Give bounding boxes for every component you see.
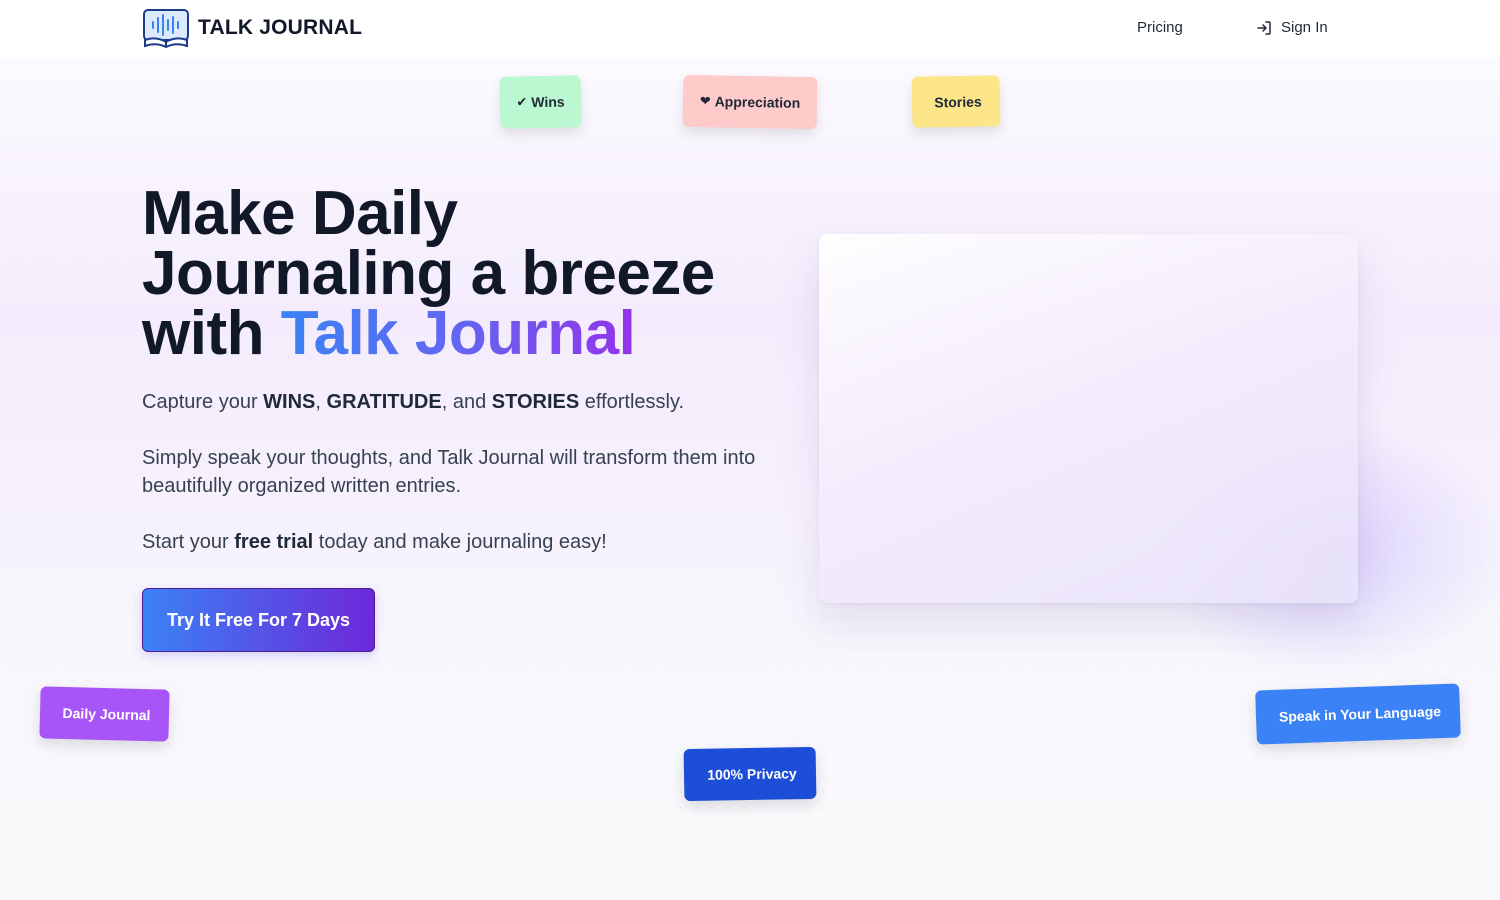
- subtitle-wins: WINS: [263, 391, 316, 413]
- subtitle-text: Capture your: [142, 391, 264, 413]
- subtitle-text: effortlessly.: [579, 391, 685, 413]
- sign-in-label: Sign In: [1281, 19, 1328, 36]
- hero-subtitle: Capture your WINS, GRATITUDE, and STORIE…: [142, 388, 792, 416]
- sign-in-arrow-icon: [1257, 20, 1271, 35]
- stories-tag-label: Stories: [934, 93, 982, 110]
- hero-title-accent: Talk Journal: [280, 299, 636, 368]
- microphone-book-icon: [143, 9, 189, 48]
- privacy-label: 100% Privacy: [707, 765, 797, 783]
- language-badge: Speak in Your Language: [1255, 683, 1461, 745]
- heart-icon: ❤: [699, 93, 711, 109]
- nav-pricing-link[interactable]: Pricing: [1137, 19, 1183, 36]
- trial-emphasis: free trial: [234, 531, 314, 553]
- daily-journal-label: Daily Journal: [62, 704, 151, 724]
- language-label: Speak in Your Language: [1278, 703, 1442, 725]
- sign-in-link[interactable]: Sign In: [1256, 19, 1328, 36]
- subtitle-stories: STORIES: [491, 391, 580, 413]
- appreciation-tag-label: Appreciation: [714, 93, 801, 111]
- hero-media-card: [819, 234, 1358, 603]
- hero-trial-text: Start your free trial today and make jou…: [142, 528, 792, 556]
- site-header: TALK JOURNAL Pricing Sign In: [0, 0, 1500, 58]
- brand-name: TALK JOURNAL: [198, 16, 363, 39]
- hero-title: Make Daily Journaling a breeze with Talk…: [142, 183, 782, 365]
- wins-sticky-tag: ✔ Wins: [499, 75, 582, 129]
- stories-sticky-tag: Stories: [911, 75, 1001, 128]
- privacy-badge: 100% Privacy: [683, 746, 817, 802]
- check-icon: ✔: [516, 94, 528, 110]
- wins-tag-label: Wins: [531, 93, 565, 111]
- trial-text: Start your: [142, 531, 235, 553]
- trial-text: today and make journaling easy!: [313, 531, 607, 553]
- appreciation-sticky-tag: ❤ Appreciation: [682, 74, 818, 130]
- subtitle-text: ,: [315, 391, 327, 413]
- subtitle-gratitude: GRATITUDE: [326, 391, 442, 413]
- hero-description: Simply speak your thoughts, and Talk Jou…: [142, 447, 756, 497]
- subtitle-text: , and: [441, 391, 492, 413]
- hero-title-line3-prefix: with: [142, 299, 281, 368]
- hero-title-line2: Journaling a breeze: [142, 239, 715, 308]
- daily-journal-badge: Daily Journal: [39, 686, 170, 742]
- brand-logo[interactable]: TALK JOURNAL: [142, 8, 362, 48]
- try-free-button[interactable]: Try It Free For 7 Days: [142, 588, 375, 652]
- hero-title-line1: Make Daily: [142, 179, 458, 248]
